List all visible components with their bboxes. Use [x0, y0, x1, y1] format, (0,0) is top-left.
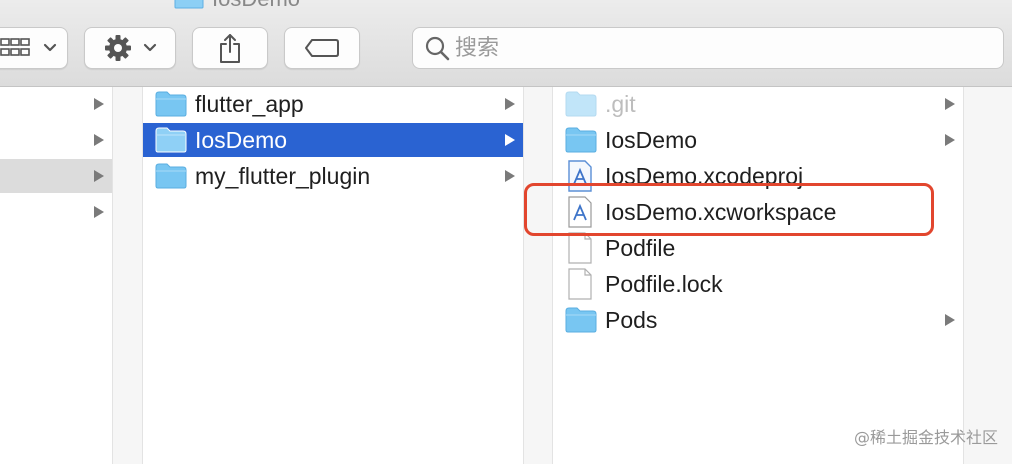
item-label: .git	[605, 91, 636, 117]
folder-icon	[155, 127, 187, 153]
disclosure-arrow-icon	[945, 314, 955, 326]
folder-icon	[565, 91, 597, 117]
action-menu-button[interactable]	[84, 27, 176, 69]
list-item-pods[interactable]: Pods	[553, 303, 963, 337]
list-item[interactable]	[0, 195, 112, 229]
folder-icon	[155, 91, 187, 117]
list-item-iosdemo[interactable]: IosDemo	[143, 123, 523, 157]
disclosure-arrow-icon	[945, 98, 955, 110]
column-resize-area	[523, 87, 552, 464]
item-label: IosDemo	[195, 127, 288, 153]
browser-column-parent	[0, 87, 113, 464]
item-label: IosDemo.xcworkspace	[605, 199, 837, 225]
list-item-my-flutter-plugin[interactable]: my_flutter_plugin	[143, 159, 523, 193]
window-title-text: IosDemo	[212, 0, 300, 12]
disclosure-arrow-icon	[945, 134, 955, 146]
document-icon	[568, 268, 592, 300]
list-item[interactable]	[0, 123, 112, 157]
list-item-selected-parent[interactable]	[0, 159, 112, 193]
tags-button[interactable]	[284, 27, 360, 69]
disclosure-arrow-icon	[94, 134, 104, 146]
list-item-flutter-app[interactable]: flutter_app	[143, 87, 523, 121]
item-label: my_flutter_plugin	[195, 163, 371, 189]
tag-icon	[305, 39, 339, 57]
gear-icon	[105, 35, 131, 61]
disclosure-arrow-icon	[94, 170, 104, 182]
folder-icon	[565, 307, 597, 333]
browser-column-contents: .git IosDemo IosDemo.xcodeproj IosDemo.x…	[552, 87, 964, 464]
list-item-podfile-lock[interactable]: Podfile.lock	[553, 267, 963, 301]
search-field[interactable]	[412, 27, 1004, 69]
item-label: IosDemo	[605, 127, 698, 153]
xcode-workspace-icon	[568, 196, 592, 228]
item-label: Podfile.lock	[605, 271, 723, 297]
search-input[interactable]	[455, 35, 975, 61]
item-label: Podfile	[605, 235, 676, 261]
folder-icon	[565, 127, 597, 153]
window-title: IosDemo	[174, 0, 300, 12]
disclosure-arrow-icon	[94, 98, 104, 110]
column-resize-area	[113, 87, 142, 464]
chevron-down-icon	[143, 43, 157, 52]
disclosure-arrow-icon	[505, 134, 515, 146]
list-item-xcodeproj[interactable]: IosDemo.xcodeproj	[553, 159, 963, 193]
browser-column-project: flutter_app IosDemo my_flutter_plugin	[142, 87, 524, 464]
finder-toolbar: IosDemo	[0, 0, 1012, 87]
share-button[interactable]	[192, 27, 268, 69]
list-item[interactable]	[0, 87, 112, 121]
folder-icon	[155, 163, 187, 189]
disclosure-arrow-icon	[505, 170, 515, 182]
share-icon	[220, 34, 240, 63]
disclosure-arrow-icon	[94, 206, 104, 218]
list-item-xcworkspace[interactable]: IosDemo.xcworkspace	[553, 195, 963, 229]
chevron-down-icon	[43, 43, 57, 52]
xcode-project-icon	[568, 160, 592, 192]
folder-icon	[174, 0, 204, 9]
document-icon	[568, 232, 592, 264]
column-resize-area	[963, 87, 1012, 464]
item-label: Pods	[605, 307, 658, 333]
list-item-git[interactable]: .git	[553, 87, 963, 121]
list-item-iosdemo-folder[interactable]: IosDemo	[553, 123, 963, 157]
column-view-icon	[0, 38, 30, 56]
disclosure-arrow-icon	[505, 98, 515, 110]
view-options-button[interactable]	[0, 27, 68, 69]
list-item-podfile[interactable]: Podfile	[553, 231, 963, 265]
item-label: flutter_app	[195, 91, 304, 117]
watermark: @稀土掘金技术社区	[853, 428, 998, 447]
item-label: IosDemo.xcodeproj	[605, 163, 804, 189]
search-icon	[425, 36, 450, 61]
